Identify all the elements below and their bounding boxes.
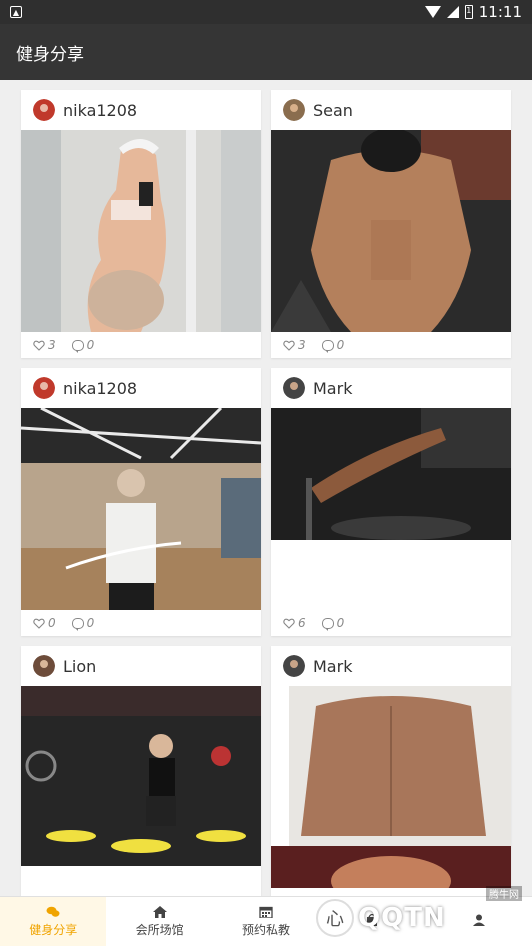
author-name[interactable]: Sean <box>313 101 353 120</box>
calendar-icon <box>259 906 273 918</box>
post-card[interactable]: Mark 6 0 <box>271 368 511 636</box>
post-author[interactable]: nika1208 <box>21 90 261 130</box>
tab-label: 健身分享 <box>29 922 78 937</box>
post-card[interactable]: Mark <box>271 646 511 896</box>
watermark-small-text: 腾牛网 <box>486 886 522 901</box>
post-card[interactable]: Sean 3 0 <box>271 90 511 358</box>
notification-app-icon: ▲ <box>10 6 22 18</box>
tab-label: 预约私教 <box>242 922 291 937</box>
page-title: 健身分享 <box>16 44 84 65</box>
battery-icon: 1 <box>464 5 473 19</box>
post-stats: 0 0 <box>21 610 261 636</box>
watermark-logo: 心 <box>316 899 354 937</box>
tab-label: 会所场馆 <box>135 922 184 937</box>
heart-icon <box>283 618 295 629</box>
heart-icon <box>283 340 295 351</box>
like-count[interactable]: 6 <box>283 616 306 630</box>
comment-count[interactable]: 0 <box>71 338 94 353</box>
post-photo[interactable] <box>21 408 261 610</box>
status-time: 11:11 <box>478 3 522 21</box>
site-watermark: 心 QQTN 腾牛网 <box>316 886 526 940</box>
app-bar: 健身分享 <box>0 24 532 80</box>
wifi-icon <box>424 6 441 18</box>
comment-count[interactable]: 0 <box>71 616 94 631</box>
comment-icon <box>321 339 334 353</box>
heart-icon <box>33 340 45 351</box>
avatar[interactable] <box>33 99 55 121</box>
avatar[interactable] <box>33 377 55 399</box>
post-author[interactable]: Sean <box>271 90 511 130</box>
post-photo[interactable] <box>21 130 261 332</box>
watermark-text: QQTN <box>358 903 446 933</box>
like-count[interactable]: 3 <box>283 338 306 352</box>
avatar[interactable] <box>283 99 305 121</box>
author-name[interactable]: nika1208 <box>63 379 137 398</box>
tab-book-trainer[interactable]: 预约私教 <box>213 897 319 946</box>
avatar[interactable] <box>283 377 305 399</box>
post-stats: 6 0 <box>271 610 511 636</box>
post-author[interactable]: Mark <box>271 646 511 686</box>
post-card[interactable]: nika1208 3 0 <box>21 90 261 358</box>
comment-icon <box>321 617 334 631</box>
post-photo[interactable] <box>21 686 261 866</box>
status-bar: ▲ 1 11:11 <box>0 0 532 24</box>
post-author[interactable]: Mark <box>271 368 511 408</box>
comment-count[interactable]: 0 <box>321 616 344 631</box>
post-stats: 3 0 <box>21 332 261 358</box>
heart-icon <box>33 618 45 629</box>
like-count[interactable]: 3 <box>33 338 56 352</box>
signal-icon <box>446 6 459 18</box>
avatar[interactable] <box>283 655 305 677</box>
author-name[interactable]: nika1208 <box>63 101 137 120</box>
bottom-tab-bar: 健身分享 会所场馆 预约私教 心 QQTN 腾牛网 <box>0 886 532 946</box>
post-card[interactable]: Lion <box>21 646 261 896</box>
post-photo[interactable] <box>271 130 511 332</box>
post-author[interactable]: nika1208 <box>21 368 261 408</box>
avatar[interactable] <box>33 655 55 677</box>
post-author[interactable]: Lion <box>21 646 261 686</box>
post-feed[interactable]: nika1208 3 0 Sean 3 0 nika1208 0 0 Mark … <box>0 80 532 896</box>
post-photo[interactable] <box>271 686 511 888</box>
like-count[interactable]: 0 <box>33 616 56 630</box>
tab-clubs-venues[interactable]: 会所场馆 <box>106 897 212 946</box>
author-name[interactable]: Mark <box>313 379 352 398</box>
comment-icon <box>71 617 84 631</box>
home-icon <box>152 905 167 918</box>
post-stats: 3 0 <box>271 332 511 358</box>
author-name[interactable]: Lion <box>63 657 96 676</box>
author-name[interactable]: Mark <box>313 657 352 676</box>
tab-fitness-share[interactable]: 健身分享 <box>0 897 107 946</box>
post-photo[interactable] <box>271 408 511 540</box>
post-card[interactable]: nika1208 0 0 <box>21 368 261 636</box>
empty-space <box>271 540 511 610</box>
comment-count[interactable]: 0 <box>321 338 344 353</box>
comment-icon <box>71 339 84 353</box>
chat-bubbles-icon <box>46 906 60 917</box>
